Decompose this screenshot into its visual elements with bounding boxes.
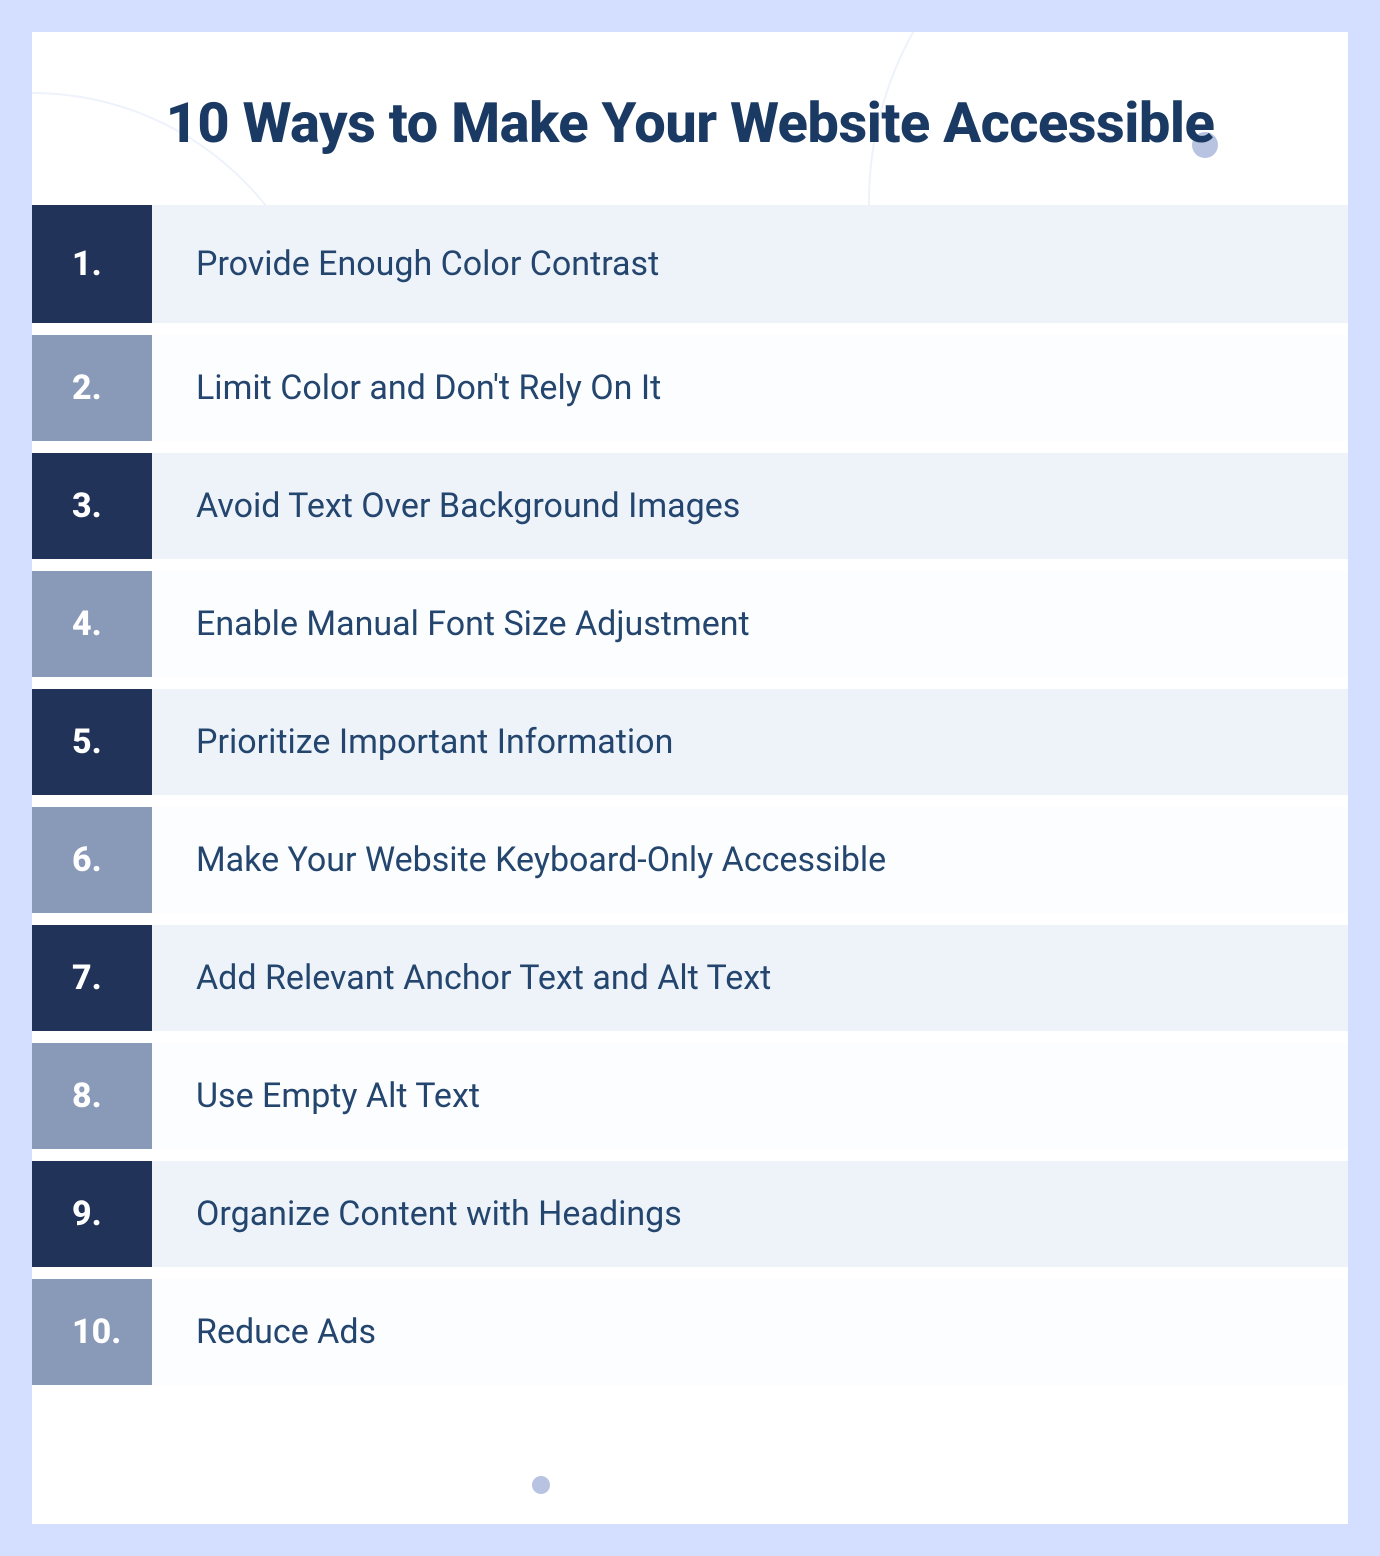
header: 10 Ways to Make Your Website Accessible <box>32 32 1348 205</box>
item-number: 2. <box>32 335 152 441</box>
item-number: 4. <box>32 571 152 677</box>
list-item: 7. Add Relevant Anchor Text and Alt Text <box>32 913 1348 1031</box>
item-text: Reduce Ads <box>152 1279 1348 1385</box>
list-item: 3. Avoid Text Over Background Images <box>32 441 1348 559</box>
item-number: 10. <box>32 1279 152 1385</box>
list-item: 9. Organize Content with Headings <box>32 1149 1348 1267</box>
item-text: Add Relevant Anchor Text and Alt Text <box>152 925 1348 1031</box>
item-number: 7. <box>32 925 152 1031</box>
infographic-card: 10 Ways to Make Your Website Accessible … <box>32 32 1348 1524</box>
item-number: 8. <box>32 1043 152 1149</box>
list-item: 4. Enable Manual Font Size Adjustment <box>32 559 1348 677</box>
item-text: Organize Content with Headings <box>152 1161 1348 1267</box>
list-item: 1. Provide Enough Color Contrast <box>32 205 1348 323</box>
item-text: Enable Manual Font Size Adjustment <box>152 571 1348 677</box>
item-number: 3. <box>32 453 152 559</box>
list-item: 10. Reduce Ads <box>32 1267 1348 1385</box>
page-title: 10 Ways to Make Your Website Accessible <box>72 90 1308 157</box>
item-text: Use Empty Alt Text <box>152 1043 1348 1149</box>
item-number: 6. <box>32 807 152 913</box>
list-item: 2. Limit Color and Don't Rely On It <box>32 323 1348 441</box>
item-text: Avoid Text Over Background Images <box>152 453 1348 559</box>
item-text: Limit Color and Don't Rely On It <box>152 335 1348 441</box>
item-text: Prioritize Important Information <box>152 689 1348 795</box>
item-number: 5. <box>32 689 152 795</box>
item-text: Make Your Website Keyboard-Only Accessib… <box>152 807 1348 913</box>
list-item: 5. Prioritize Important Information <box>32 677 1348 795</box>
list-item: 8. Use Empty Alt Text <box>32 1031 1348 1149</box>
item-number: 1. <box>32 205 152 323</box>
list-item: 6. Make Your Website Keyboard-Only Acces… <box>32 795 1348 913</box>
item-number: 9. <box>32 1161 152 1267</box>
item-text: Provide Enough Color Contrast <box>152 205 1348 323</box>
decorative-dot <box>532 1476 550 1494</box>
tips-list: 1. Provide Enough Color Contrast 2. Limi… <box>32 205 1348 1385</box>
